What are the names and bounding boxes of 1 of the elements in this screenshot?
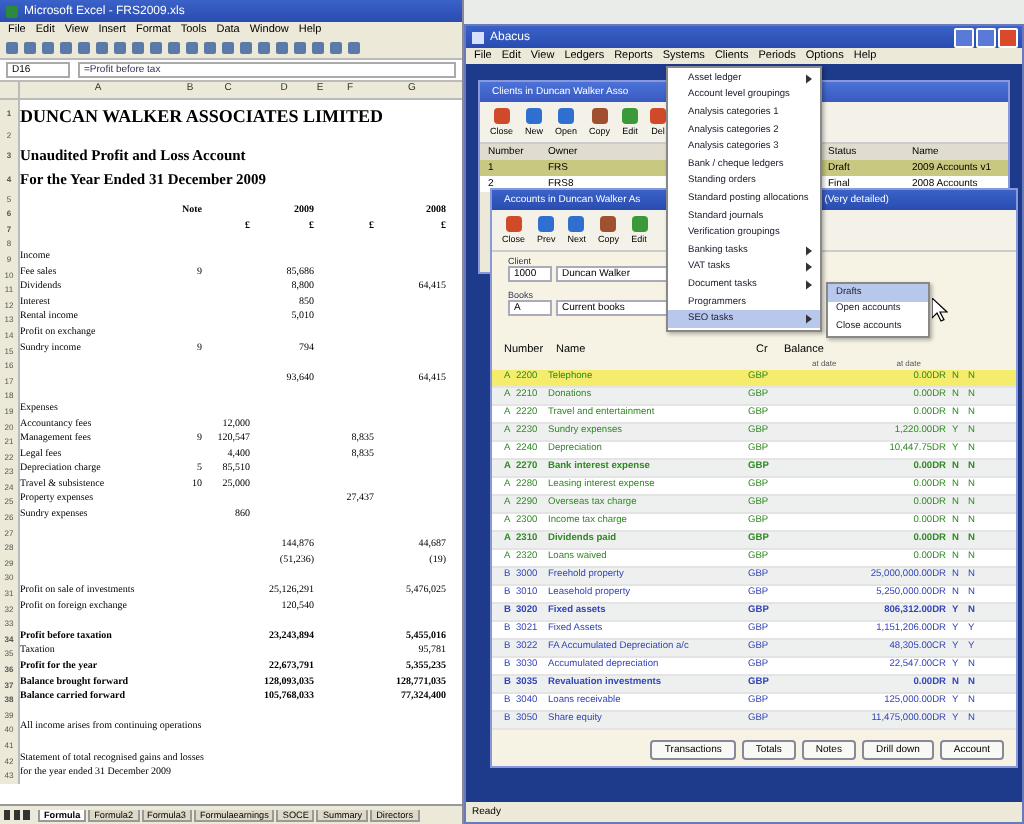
cell-text: DUNCAN WALKER ASSOCIATES LIMITED — [20, 105, 383, 127]
